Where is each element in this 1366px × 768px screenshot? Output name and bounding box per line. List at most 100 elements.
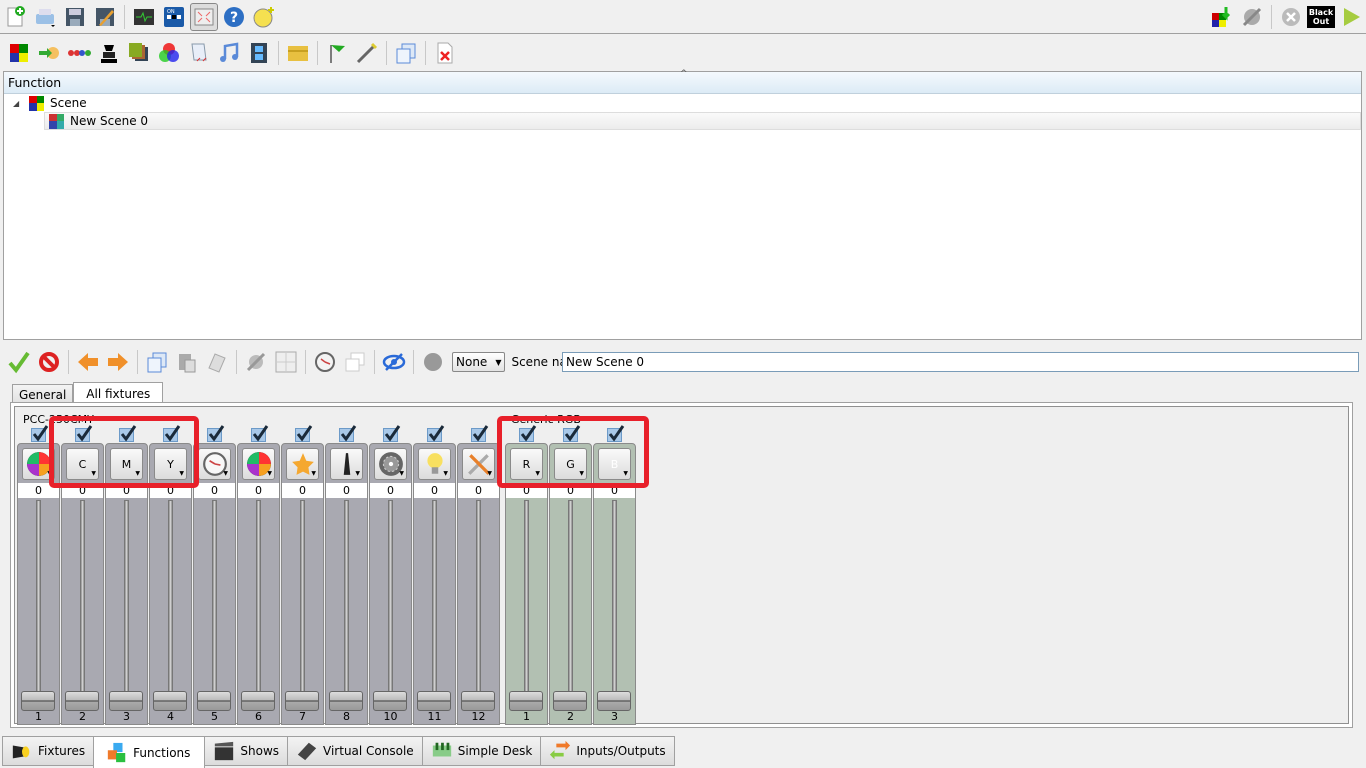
- next-icon[interactable]: [104, 348, 132, 376]
- add-folder-icon[interactable]: [284, 39, 312, 67]
- channel-slider-handle[interactable]: [241, 691, 275, 711]
- channel-slider-track[interactable]: [212, 500, 217, 694]
- delete-icon[interactable]: [431, 39, 459, 67]
- channel-enable-checkbox[interactable]: [471, 425, 489, 442]
- channel-enable-checkbox[interactable]: [339, 425, 357, 442]
- add-video-icon[interactable]: [245, 39, 273, 67]
- save-as-icon[interactable]: [91, 3, 119, 31]
- channel-slider-handle[interactable]: [65, 691, 99, 711]
- channel-slider-handle[interactable]: [509, 691, 543, 711]
- dmx-dump-icon[interactable]: ON: [160, 3, 188, 31]
- channel-slider-track[interactable]: [568, 500, 573, 694]
- main-tab-shows[interactable]: Shows: [204, 736, 289, 766]
- channel-slider-track[interactable]: [300, 500, 305, 694]
- channel-value[interactable]: 0: [282, 483, 323, 498]
- add-scene-icon[interactable]: [5, 39, 33, 67]
- save-icon[interactable]: [61, 3, 89, 31]
- add-sequence-icon[interactable]: [65, 39, 93, 67]
- copy-icon[interactable]: [143, 348, 171, 376]
- stop-all-icon[interactable]: [1277, 3, 1305, 31]
- channel-slider-track[interactable]: [612, 500, 617, 694]
- paste-icon[interactable]: [173, 348, 201, 376]
- main-tab-inputs-outputs[interactable]: Inputs/Outputs: [540, 736, 675, 766]
- blind-icon[interactable]: [380, 348, 408, 376]
- add-efx-icon[interactable]: [95, 39, 123, 67]
- channel-slider-track[interactable]: [168, 500, 173, 694]
- channel-slider-track[interactable]: [524, 500, 529, 694]
- channel-slider-handle[interactable]: [109, 691, 143, 711]
- channel-value[interactable]: 0: [370, 483, 411, 498]
- channel-enable-checkbox[interactable]: [31, 425, 49, 442]
- add-collection-icon[interactable]: [125, 39, 153, 67]
- monitor-icon[interactable]: [130, 3, 158, 31]
- speed-combo[interactable]: None ▼: [452, 352, 506, 372]
- channel-preset-button[interactable]: ▼: [242, 448, 275, 480]
- channel-preset-button[interactable]: ▼: [462, 448, 495, 480]
- channel-slider-track[interactable]: [36, 500, 41, 694]
- channel-slider-track[interactable]: [124, 500, 129, 694]
- channel-slider-track[interactable]: [432, 500, 437, 694]
- tree-item-scene[interactable]: ◢ Scene: [4, 94, 1361, 112]
- channel-preset-button[interactable]: ▼: [198, 448, 231, 480]
- channel-preset-button[interactable]: ▼: [286, 448, 319, 480]
- channel-slider-handle[interactable]: [553, 691, 587, 711]
- position-tool-icon[interactable]: [272, 348, 300, 376]
- fixture-import-icon[interactable]: [1208, 3, 1236, 31]
- disable-live-edit-icon[interactable]: [1238, 3, 1266, 31]
- channel-slider-handle[interactable]: [285, 691, 319, 711]
- channel-slider-track[interactable]: [476, 500, 481, 694]
- channel-slider-handle[interactable]: [197, 691, 231, 711]
- channel-slider-handle[interactable]: [329, 691, 363, 711]
- new-workspace-icon[interactable]: [1, 3, 29, 31]
- clone-icon[interactable]: [392, 39, 420, 67]
- copy-to-all-icon[interactable]: [203, 348, 231, 376]
- add-chaser-icon[interactable]: [35, 39, 63, 67]
- operate-mode-icon[interactable]: [1337, 3, 1365, 31]
- main-tab-virtual-console[interactable]: Virtual Console: [287, 736, 423, 766]
- open-workspace-icon[interactable]: [31, 3, 59, 31]
- add-script-icon[interactable]: [185, 39, 213, 67]
- tree-item-new-scene-0[interactable]: New Scene 0: [44, 112, 1361, 130]
- channel-slider-handle[interactable]: [373, 691, 407, 711]
- channel-slider-track[interactable]: [388, 500, 393, 694]
- tabbed-view-icon[interactable]: [341, 348, 369, 376]
- tab-general[interactable]: General: [12, 384, 74, 404]
- channel-preset-button[interactable]: ▼: [374, 448, 407, 480]
- channel-value[interactable]: 0: [194, 483, 235, 498]
- wizard-icon[interactable]: [353, 39, 381, 67]
- address-tool-icon[interactable]: [250, 3, 278, 31]
- expand-arrow-icon[interactable]: ◢: [13, 99, 23, 108]
- channel-preset-button[interactable]: ▼: [418, 448, 451, 480]
- tab-all-fixtures[interactable]: All fixtures: [73, 382, 164, 404]
- help-icon[interactable]: ?: [220, 3, 248, 31]
- main-tab-functions[interactable]: Functions: [93, 736, 206, 768]
- channel-enable-checkbox[interactable]: [427, 425, 445, 442]
- channel-enable-checkbox[interactable]: [207, 425, 225, 442]
- channel-value[interactable]: 0: [326, 483, 367, 498]
- channel-slider-track[interactable]: [344, 500, 349, 694]
- fullscreen-icon[interactable]: [190, 2, 218, 31]
- main-tab-fixtures[interactable]: Fixtures: [2, 736, 95, 766]
- previous-icon[interactable]: [74, 348, 102, 376]
- function-tree-header[interactable]: Function ^: [4, 69, 1361, 94]
- channel-slider-handle[interactable]: [21, 691, 55, 711]
- channel-enable-checkbox[interactable]: [295, 425, 313, 442]
- enable-all-icon[interactable]: [5, 348, 33, 376]
- channel-preset-button[interactable]: ▼: [330, 448, 363, 480]
- speed-dial-icon[interactable]: [311, 348, 339, 376]
- channel-enable-checkbox[interactable]: [251, 425, 269, 442]
- scene-name-input[interactable]: [562, 352, 1359, 372]
- channel-slider-track[interactable]: [256, 500, 261, 694]
- main-tab-simple-desk[interactable]: Simple Desk: [421, 736, 542, 766]
- channel-enable-checkbox[interactable]: [383, 425, 401, 442]
- channel-slider-handle[interactable]: [417, 691, 451, 711]
- channel-slider-handle[interactable]: [461, 691, 495, 711]
- channel-slider-handle[interactable]: [153, 691, 187, 711]
- autostart-icon[interactable]: [323, 39, 351, 67]
- color-tool-icon[interactable]: [242, 348, 270, 376]
- channel-value[interactable]: 0: [238, 483, 279, 498]
- disable-all-icon[interactable]: [35, 348, 63, 376]
- channel-slider-handle[interactable]: [597, 691, 631, 711]
- channel-value[interactable]: 0: [414, 483, 455, 498]
- blackout-icon[interactable]: Black Out: [1306, 3, 1336, 31]
